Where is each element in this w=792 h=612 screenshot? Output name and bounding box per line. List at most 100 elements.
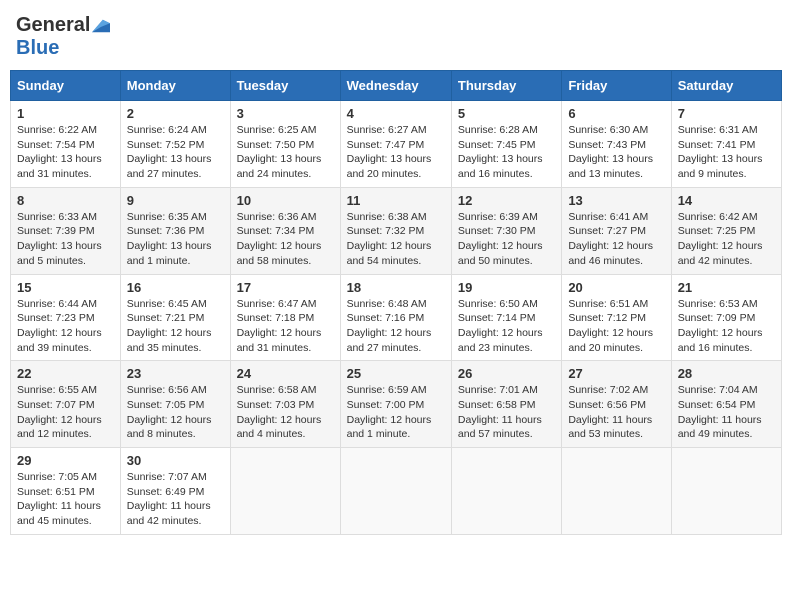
logo-icon bbox=[92, 19, 110, 33]
day-number: 6 bbox=[568, 106, 664, 121]
calendar-cell: 27 Sunrise: 7:02 AMSunset: 6:56 PMDayligh… bbox=[562, 361, 671, 448]
day-number: 8 bbox=[17, 193, 114, 208]
day-info: Sunrise: 6:56 AMSunset: 7:05 PMDaylight:… bbox=[127, 383, 224, 442]
calendar-cell bbox=[340, 448, 451, 535]
day-number: 2 bbox=[127, 106, 224, 121]
logo: General Blue bbox=[16, 14, 110, 60]
calendar-cell: 2 Sunrise: 6:24 AMSunset: 7:52 PMDaylight… bbox=[120, 101, 230, 188]
day-info: Sunrise: 6:38 AMSunset: 7:32 PMDaylight:… bbox=[347, 210, 445, 269]
column-header-sunday: Sunday bbox=[11, 71, 121, 101]
day-number: 18 bbox=[347, 280, 445, 295]
calendar-cell: 5Sunrise: 6:28 AMSunset: 7:45 PMDaylight… bbox=[451, 101, 561, 188]
day-number: 3 bbox=[237, 106, 334, 121]
day-number: 28 bbox=[678, 366, 775, 381]
day-number: 30 bbox=[127, 453, 224, 468]
column-header-monday: Monday bbox=[120, 71, 230, 101]
day-info: Sunrise: 6:25 AMSunset: 7:50 PMDaylight:… bbox=[237, 123, 334, 182]
calendar-cell: 19 Sunrise: 6:50 AMSunset: 7:14 PMDayligh… bbox=[451, 274, 561, 361]
day-info: Sunrise: 6:48 AMSunset: 7:16 PMDaylight:… bbox=[347, 297, 445, 356]
column-header-tuesday: Tuesday bbox=[230, 71, 340, 101]
calendar-cell: 8 Sunrise: 6:33 AMSunset: 7:39 PMDaylight… bbox=[11, 187, 121, 274]
day-info: Sunrise: 6:59 AMSunset: 7:00 PMDaylight:… bbox=[347, 383, 445, 442]
day-info: Sunrise: 6:55 AMSunset: 7:07 PMDaylight:… bbox=[17, 383, 114, 442]
calendar-cell: 9 Sunrise: 6:35 AMSunset: 7:36 PMDaylight… bbox=[120, 187, 230, 274]
day-number: 27 bbox=[568, 366, 664, 381]
day-info: Sunrise: 6:50 AMSunset: 7:14 PMDaylight:… bbox=[458, 297, 555, 356]
day-number: 23 bbox=[127, 366, 224, 381]
day-number: 14 bbox=[678, 193, 775, 208]
calendar-header-row: SundayMondayTuesdayWednesdayThursdayFrid… bbox=[11, 71, 782, 101]
calendar-cell: 1 Sunrise: 6:22 AMSunset: 7:54 PMDaylight… bbox=[11, 101, 121, 188]
day-info: Sunrise: 6:27 AMSunset: 7:47 PMDaylight:… bbox=[347, 123, 445, 182]
day-number: 12 bbox=[458, 193, 555, 208]
calendar-week-row: 1 Sunrise: 6:22 AMSunset: 7:54 PMDaylight… bbox=[11, 101, 782, 188]
day-info: Sunrise: 6:30 AMSunset: 7:43 PMDaylight:… bbox=[568, 123, 664, 182]
day-number: 26 bbox=[458, 366, 555, 381]
day-info: Sunrise: 6:33 AMSunset: 7:39 PMDaylight:… bbox=[17, 210, 114, 269]
day-info: Sunrise: 6:45 AMSunset: 7:21 PMDaylight:… bbox=[127, 297, 224, 356]
day-number: 10 bbox=[237, 193, 334, 208]
column-header-thursday: Thursday bbox=[451, 71, 561, 101]
calendar-cell bbox=[562, 448, 671, 535]
day-info: Sunrise: 6:42 AMSunset: 7:25 PMDaylight:… bbox=[678, 210, 775, 269]
page-header: General Blue bbox=[10, 10, 782, 64]
day-info: Sunrise: 6:22 AMSunset: 7:54 PMDaylight:… bbox=[17, 123, 114, 182]
day-number: 11 bbox=[347, 193, 445, 208]
day-info: Sunrise: 6:51 AMSunset: 7:12 PMDaylight:… bbox=[568, 297, 664, 356]
calendar-cell: 12 Sunrise: 6:39 AMSunset: 7:30 PMDayligh… bbox=[451, 187, 561, 274]
day-number: 25 bbox=[347, 366, 445, 381]
calendar-cell: 29 Sunrise: 7:05 AMSunset: 6:51 PMDayligh… bbox=[11, 448, 121, 535]
day-info: Sunrise: 6:47 AMSunset: 7:18 PMDaylight:… bbox=[237, 297, 334, 356]
calendar-week-row: 15 Sunrise: 6:44 AMSunset: 7:23 PMDayligh… bbox=[11, 274, 782, 361]
day-number: 1 bbox=[17, 106, 114, 121]
day-info: Sunrise: 7:02 AMSunset: 6:56 PMDaylight:… bbox=[568, 383, 664, 442]
day-number: 19 bbox=[458, 280, 555, 295]
day-info: Sunrise: 6:35 AMSunset: 7:36 PMDaylight:… bbox=[127, 210, 224, 269]
calendar-week-row: 8 Sunrise: 6:33 AMSunset: 7:39 PMDaylight… bbox=[11, 187, 782, 274]
calendar-cell: 23 Sunrise: 6:56 AMSunset: 7:05 PMDayligh… bbox=[120, 361, 230, 448]
day-number: 20 bbox=[568, 280, 664, 295]
calendar-cell: 26 Sunrise: 7:01 AMSunset: 6:58 PMDayligh… bbox=[451, 361, 561, 448]
day-number: 5 bbox=[458, 106, 555, 121]
day-info: Sunrise: 6:36 AMSunset: 7:34 PMDaylight:… bbox=[237, 210, 334, 269]
day-info: Sunrise: 6:58 AMSunset: 7:03 PMDaylight:… bbox=[237, 383, 334, 442]
calendar-cell: 18 Sunrise: 6:48 AMSunset: 7:16 PMDayligh… bbox=[340, 274, 451, 361]
day-number: 9 bbox=[127, 193, 224, 208]
calendar-cell: 15 Sunrise: 6:44 AMSunset: 7:23 PMDayligh… bbox=[11, 274, 121, 361]
column-header-friday: Friday bbox=[562, 71, 671, 101]
calendar-cell: 10 Sunrise: 6:36 AMSunset: 7:34 PMDayligh… bbox=[230, 187, 340, 274]
calendar-cell: 4Sunrise: 6:27 AMSunset: 7:47 PMDaylight… bbox=[340, 101, 451, 188]
logo-general: General bbox=[16, 14, 90, 37]
day-info: Sunrise: 6:44 AMSunset: 7:23 PMDaylight:… bbox=[17, 297, 114, 356]
day-info: Sunrise: 6:39 AMSunset: 7:30 PMDaylight:… bbox=[458, 210, 555, 269]
day-info: Sunrise: 6:53 AMSunset: 7:09 PMDaylight:… bbox=[678, 297, 775, 356]
calendar-cell: 21 Sunrise: 6:53 AMSunset: 7:09 PMDayligh… bbox=[671, 274, 781, 361]
calendar-cell: 11 Sunrise: 6:38 AMSunset: 7:32 PMDayligh… bbox=[340, 187, 451, 274]
day-number: 15 bbox=[17, 280, 114, 295]
day-info: Sunrise: 7:04 AMSunset: 6:54 PMDaylight:… bbox=[678, 383, 775, 442]
calendar-cell bbox=[671, 448, 781, 535]
calendar-cell: 28 Sunrise: 7:04 AMSunset: 6:54 PMDayligh… bbox=[671, 361, 781, 448]
calendar-cell: 25 Sunrise: 6:59 AMSunset: 7:00 PMDayligh… bbox=[340, 361, 451, 448]
day-number: 7 bbox=[678, 106, 775, 121]
day-info: Sunrise: 7:05 AMSunset: 6:51 PMDaylight:… bbox=[17, 470, 114, 529]
day-info: Sunrise: 6:41 AMSunset: 7:27 PMDaylight:… bbox=[568, 210, 664, 269]
day-info: Sunrise: 6:31 AMSunset: 7:41 PMDaylight:… bbox=[678, 123, 775, 182]
day-info: Sunrise: 7:07 AMSunset: 6:49 PMDaylight:… bbox=[127, 470, 224, 529]
calendar-cell: 16Sunrise: 6:45 AMSunset: 7:21 PMDayligh… bbox=[120, 274, 230, 361]
column-header-wednesday: Wednesday bbox=[340, 71, 451, 101]
calendar-cell: 6 Sunrise: 6:30 AMSunset: 7:43 PMDaylight… bbox=[562, 101, 671, 188]
day-number: 13 bbox=[568, 193, 664, 208]
calendar-cell: 13 Sunrise: 6:41 AMSunset: 7:27 PMDayligh… bbox=[562, 187, 671, 274]
calendar-cell bbox=[451, 448, 561, 535]
day-info: Sunrise: 7:01 AMSunset: 6:58 PMDaylight:… bbox=[458, 383, 555, 442]
calendar-week-row: 29 Sunrise: 7:05 AMSunset: 6:51 PMDayligh… bbox=[11, 448, 782, 535]
day-number: 22 bbox=[17, 366, 114, 381]
day-number: 29 bbox=[17, 453, 114, 468]
day-number: 21 bbox=[678, 280, 775, 295]
calendar-cell: 3 Sunrise: 6:25 AMSunset: 7:50 PMDaylight… bbox=[230, 101, 340, 188]
day-info: Sunrise: 6:24 AMSunset: 7:52 PMDaylight:… bbox=[127, 123, 224, 182]
day-number: 17 bbox=[237, 280, 334, 295]
logo-blue: Blue bbox=[16, 37, 59, 60]
calendar-week-row: 22 Sunrise: 6:55 AMSunset: 7:07 PMDayligh… bbox=[11, 361, 782, 448]
